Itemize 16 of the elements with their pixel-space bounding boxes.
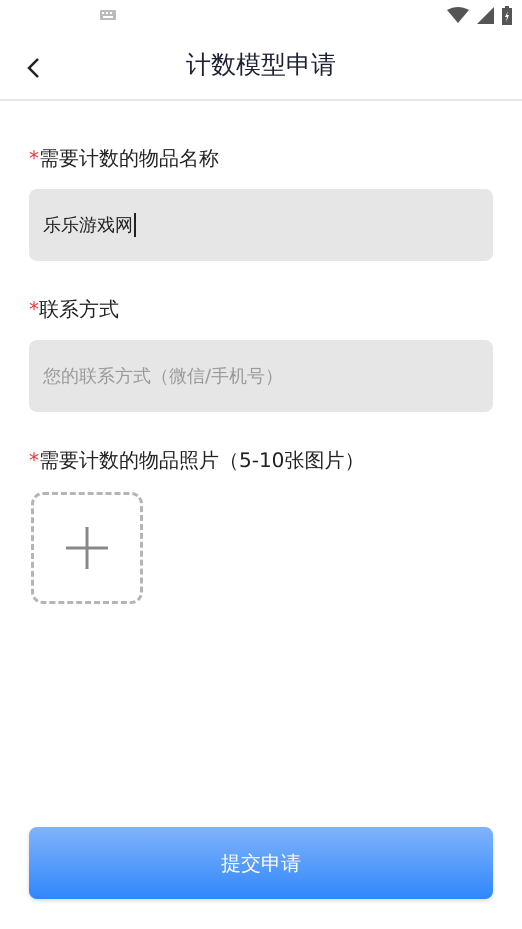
submit-button[interactable]: 提交申请 bbox=[29, 827, 493, 899]
required-mark: * bbox=[29, 146, 39, 170]
input-field[interactable]: 您的联系方式（微信/手机号） bbox=[29, 340, 493, 412]
field-label: 需要计数的物品名称 bbox=[39, 146, 219, 170]
required-mark: * bbox=[29, 297, 39, 321]
back-icon[interactable] bbox=[26, 57, 40, 79]
keyboard-icon bbox=[100, 10, 116, 20]
signal-icon bbox=[477, 6, 494, 24]
field-label: 联系方式 bbox=[39, 297, 119, 321]
wifi-icon bbox=[447, 7, 469, 23]
plus-icon bbox=[65, 526, 109, 570]
page-title: 计数模型申请 bbox=[186, 48, 336, 81]
required-mark: * bbox=[29, 448, 39, 472]
field-label: 需要计数的物品照片（5-10张图片） bbox=[39, 448, 364, 472]
battery-icon bbox=[502, 6, 512, 24]
input-field[interactable]: 乐乐游戏网 bbox=[29, 189, 493, 261]
